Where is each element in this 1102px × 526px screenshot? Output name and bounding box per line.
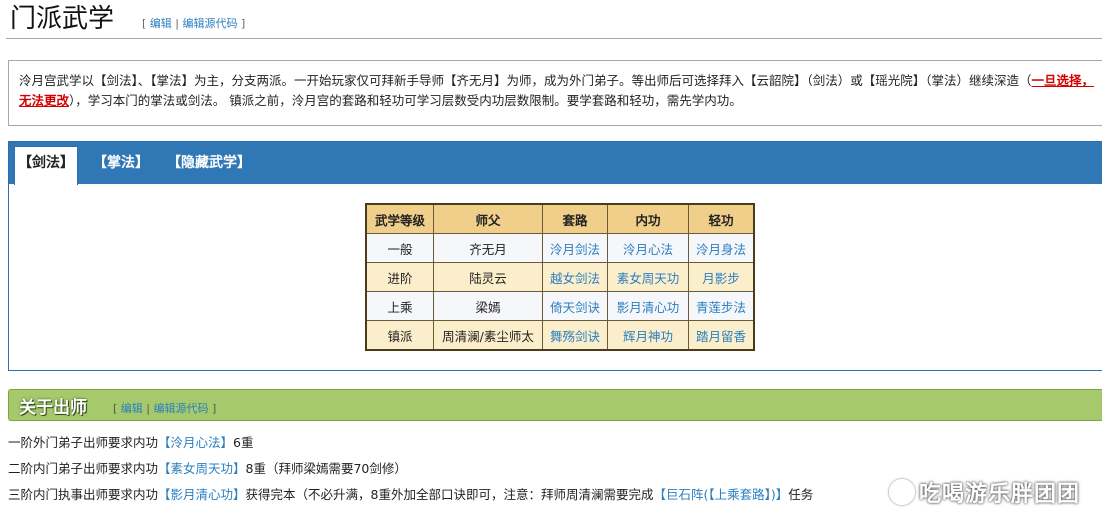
intro-text-before: 泠月宫武学以【剑法】、【掌法】为主，分支两派。一开始玩家仅可拜新手导师【齐无月】… — [19, 73, 1032, 88]
cell-master: 周清澜/素尘师太 — [433, 320, 543, 351]
section-edit-source-link[interactable]: 编辑源代码 — [154, 402, 209, 415]
intro-text-after: ），学习本门的掌法或剑法。 镇派之前，泠月宫的套路和轻功可学习层数受内功层数限制… — [69, 93, 742, 108]
header-neigong: 内功 — [607, 203, 689, 234]
header-qinggong: 轻功 — [688, 203, 755, 234]
cell-level: 镇派 — [365, 320, 434, 351]
neigong-link[interactable]: 素女周天功 — [617, 271, 680, 286]
cell-level: 一般 — [365, 233, 434, 263]
neigong-link[interactable]: 辉月神功 — [623, 329, 673, 344]
watermark-icon — [888, 479, 915, 505]
section-edit-link[interactable]: 编辑 — [121, 402, 143, 415]
qinggong-link[interactable]: 月影步 — [702, 271, 740, 286]
cell-master: 陆灵云 — [433, 262, 543, 292]
neigong-link[interactable]: 泠月心法 — [623, 242, 673, 257]
header-master: 师父 — [433, 203, 543, 234]
table-row: 一般 齐无月 泠月剑法 泠月心法 泠月身法 — [365, 233, 755, 263]
watermark: 吃喝游乐胖团团 — [888, 476, 1080, 508]
intro-text: 泠月宫武学以【剑法】、【掌法】为主，分支两派。一开始玩家仅可拜新手导师【齐无月】… — [19, 71, 1102, 111]
section-title: 关于出师 — [19, 398, 87, 418]
qinggong-link[interactable]: 踏月留香 — [696, 329, 746, 344]
watermark-text: 吃喝游乐胖团团 — [918, 482, 1080, 507]
edit-close-bracket: ] — [241, 17, 246, 30]
edit-open-bracket: [ — [113, 402, 118, 415]
neigong-link[interactable]: 【素女周天功】 — [158, 461, 246, 476]
skill-link[interactable]: 舞殇剑诀 — [550, 329, 600, 344]
tab-sword[interactable]: 【剑法】 — [14, 146, 78, 185]
line-prefix: 一阶外门弟子出师要求内功 — [8, 435, 159, 450]
header-skill: 套路 — [542, 203, 608, 234]
neigong-link[interactable]: 影月清心功 — [617, 300, 680, 315]
list-item: 三阶内门执事出师要求内功【影月清心功】获得完本（不必升满，8重外加全部口诀即可，… — [8, 484, 813, 503]
line-suffix: 6重 — [233, 435, 254, 450]
skill-link[interactable]: 倚天剑诀 — [550, 300, 600, 315]
edit-close-bracket: ] — [212, 402, 217, 415]
edit-link[interactable]: 编辑 — [150, 17, 172, 30]
header-level: 武学等级 — [365, 203, 434, 234]
edit-separator: | — [146, 402, 151, 415]
tab-palm[interactable]: 【掌法】 — [93, 152, 149, 174]
qinggong-link[interactable]: 青莲步法 — [696, 300, 746, 315]
list-item: 一阶外门弟子出师要求内功【泠月心法】6重 — [8, 432, 253, 451]
skills-table: 武学等级 师父 套路 内功 轻功 一般 齐无月 泠月剑法 泠月心法 泠月身法 进… — [365, 203, 755, 351]
cell-level: 上乘 — [365, 291, 434, 321]
edit-separator: | — [175, 17, 180, 30]
neigong-link[interactable]: 【泠月心法】 — [158, 435, 233, 450]
edit-open-bracket: [ — [142, 17, 147, 30]
line-suffix: 8重（拜师梁嫣需要70剑修） — [245, 461, 407, 476]
table-row: 上乘 梁嫣 倚天剑诀 影月清心功 青莲步法 — [365, 291, 755, 321]
section-header: 关于出师 [ 编辑 | 编辑源代码 ] — [8, 389, 1102, 421]
list-item: 二阶内门弟子出师要求内功【素女周天功】8重（拜师梁嫣需要70剑修） — [8, 458, 407, 477]
skill-link[interactable]: 泠月剑法 — [550, 242, 600, 257]
cell-master: 梁嫣 — [433, 291, 543, 321]
tab-hidden[interactable]: 【隐藏武学】 — [167, 152, 251, 174]
line-prefix: 二阶内门弟子出师要求内功 — [8, 461, 159, 476]
intro-box: 泠月宫武学以【剑法】、【掌法】为主，分支两派。一开始玩家仅可拜新手导师【齐无月】… — [8, 60, 1102, 126]
table-row: 进阶 陆灵云 越女剑法 素女周天功 月影步 — [365, 262, 755, 292]
skill-link[interactable]: 越女剑法 — [550, 271, 600, 286]
neigong-link[interactable]: 【影月清心功】 — [158, 487, 246, 502]
line-prefix: 三阶内门执事出师要求内功 — [8, 487, 159, 502]
skills-tab-panel: 【剑法】 【掌法】 【隐藏武学】 武学等级 师父 套路 内功 轻功 一般 齐无月… — [8, 141, 1102, 371]
quest-link[interactable]: 【巨石阵(【上乘套路】)】 — [654, 487, 789, 502]
page-title-bar: 门派武学 [ 编辑 | 编辑源代码 ] — [6, 2, 1102, 39]
title-edit-links: [ 编辑 | 编辑源代码 ] — [142, 15, 245, 31]
qinggong-link[interactable]: 泠月身法 — [696, 242, 746, 257]
tab-bar: 【剑法】 【掌法】 【隐藏武学】 — [9, 142, 1102, 185]
cell-master: 齐无月 — [433, 233, 543, 263]
table-row: 镇派 周清澜/素尘师太 舞殇剑诀 辉月神功 踏月留香 — [365, 320, 755, 351]
edit-source-link[interactable]: 编辑源代码 — [183, 17, 238, 30]
page-title: 门派武学 — [10, 4, 115, 34]
section-edit-links: [ 编辑 | 编辑源代码 ] — [113, 400, 216, 416]
cell-level: 进阶 — [365, 262, 434, 292]
line-suffix-2: 任务 — [788, 487, 814, 502]
table-header-row: 武学等级 师父 套路 内功 轻功 — [365, 203, 755, 234]
line-suffix: 获得完本（不必升满，8重外加全部口诀即可，注意：拜师周清澜需要完成 — [245, 487, 654, 502]
